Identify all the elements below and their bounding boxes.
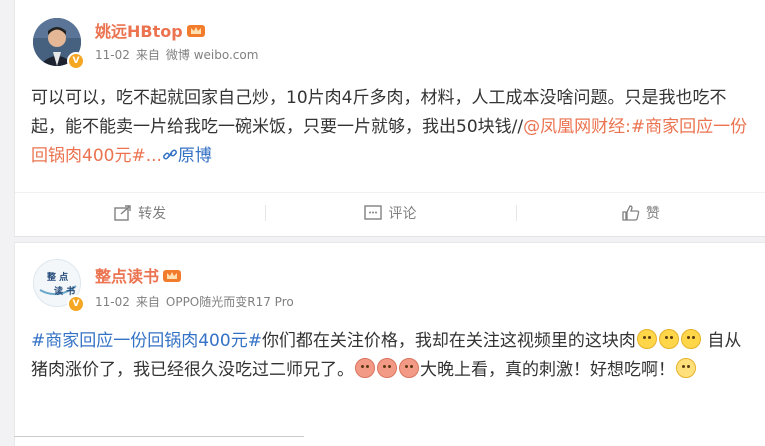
verified-badge-icon: V [67, 52, 85, 70]
post-username[interactable]: 姚远HBtop [95, 18, 205, 42]
post-date[interactable]: 11-02 [95, 48, 130, 62]
pig-emoji-icon [355, 358, 375, 378]
verified-badge-icon: V [67, 295, 85, 313]
weibo-post-card: 整 点 读 书 V 整点读书 11-02 来自 OPPO随光而变R17 Pro #商… [14, 242, 765, 446]
smile-emoji-icon [680, 329, 701, 349]
post-date[interactable]: 11-02 [95, 295, 130, 309]
hashtag-link[interactable]: #商家回应一份回锅肉400元# [31, 331, 262, 351]
post-username[interactable]: 整点读书 [95, 263, 182, 287]
repost-icon [114, 205, 131, 221]
smile-emoji-icon [636, 329, 657, 349]
vip-crown-icon [186, 25, 205, 37]
sad-emoji-icon [676, 358, 696, 378]
divider [14, 436, 304, 437]
original-post-link[interactable]: 原博 [162, 146, 212, 166]
smile-emoji-icon [658, 329, 679, 349]
post-source[interactable]: 微博 weibo.com [166, 48, 259, 62]
comment-icon [364, 205, 383, 220]
post-source[interactable]: OPPO随光而变R17 Pro [166, 295, 294, 309]
mention-link[interactable]: @凤凰网财经 [523, 117, 625, 137]
pig-emoji-icon [377, 358, 397, 378]
repost-button[interactable]: 转发 [15, 193, 265, 233]
from-label: 来自 [135, 295, 160, 309]
thumbs-up-icon [622, 205, 640, 221]
post-meta: 11-02 来自 微博 weibo.com [95, 46, 264, 63]
post-text: 可以可以，吃不起就回家自己炒，10片肉4斤多肉，材料，人工成本没啥问题。只是我也… [31, 88, 748, 166]
post-text: #商家回应一份回锅肉400元#你们都在关注价格，我却在关注这视频里的这块肉 自从… [31, 329, 742, 380]
svg-text:整 点: 整 点 [46, 271, 68, 283]
from-label: 来自 [135, 48, 160, 62]
comment-button[interactable]: 评论 [265, 193, 515, 233]
weibo-post-card: V 姚远HBtop 11-02 来自 微博 weibo.com 可以可以，吃不起就回… [14, 0, 765, 237]
like-button[interactable]: 赞 [515, 193, 765, 233]
vip-crown-icon [163, 270, 182, 282]
link-icon [162, 149, 177, 160]
post-actions: 转发 评论 赞 [15, 192, 765, 233]
post-meta: 11-02 来自 OPPO随光而变R17 Pro [95, 293, 300, 310]
pig-emoji-icon [399, 358, 419, 378]
